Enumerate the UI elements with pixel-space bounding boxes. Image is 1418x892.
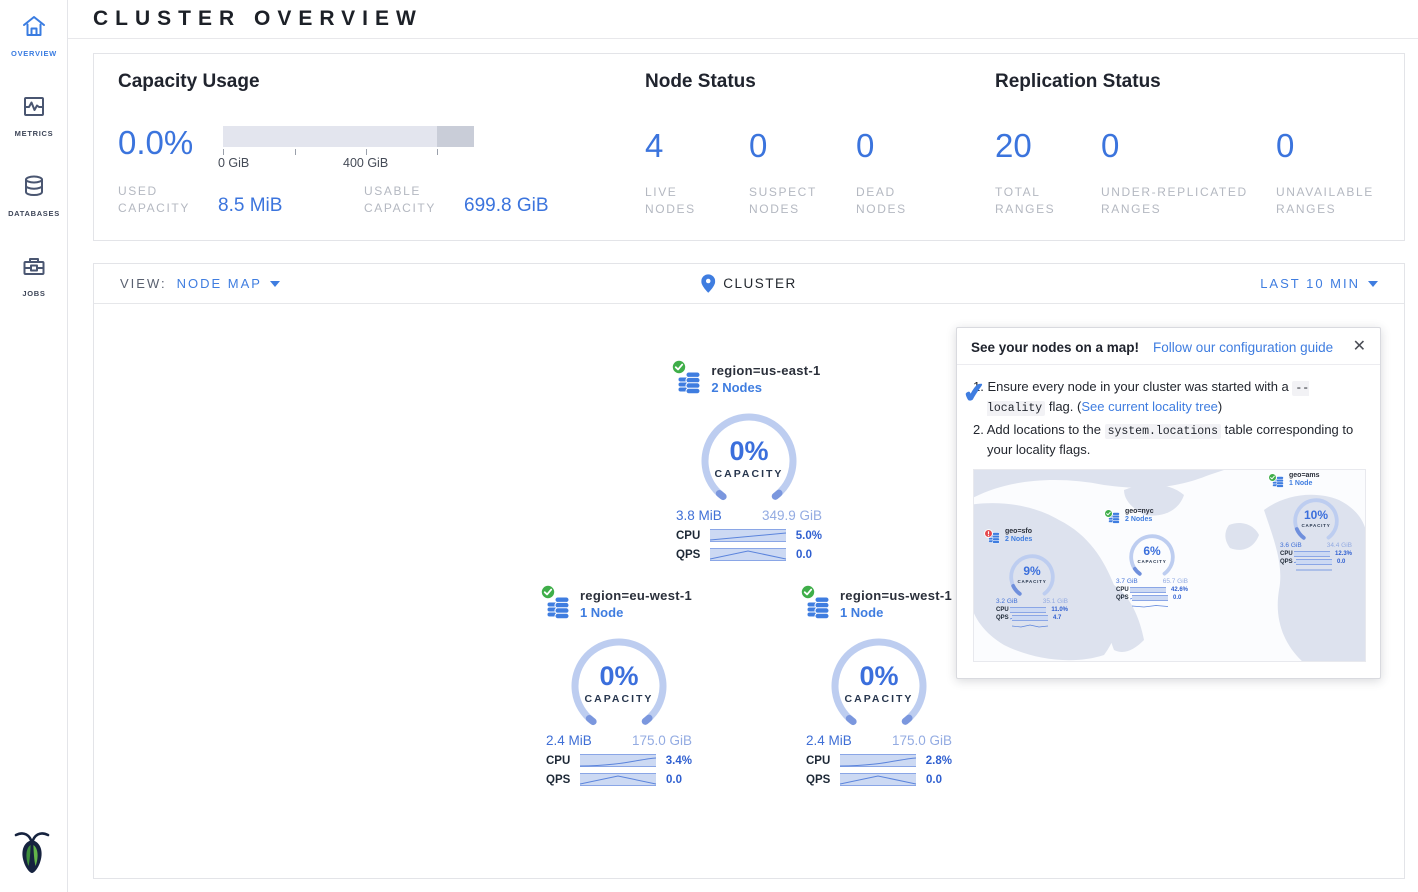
region-name: region=us-west-1	[840, 588, 952, 603]
nodes-stack-icon	[546, 607, 572, 624]
system-locations-code: system.locations	[1105, 424, 1221, 439]
mini-region-card-ams: geo=ams 1 Node 10% CAPACITY	[1266, 472, 1366, 565]
region-node-count[interactable]: 1 Node	[580, 605, 692, 620]
capacity-tick-0: 0 GiB	[218, 156, 249, 170]
cpu-metric-row: CPU 5.0%	[676, 529, 822, 542]
region-node-count[interactable]: 2 Nodes	[711, 380, 820, 395]
sidebar-item-databases[interactable]: DATABASES	[0, 160, 68, 240]
replication-status-section: Replication Status 20 TOTALRANGES 0 UNDE…	[995, 71, 1404, 240]
close-icon[interactable]: ✕	[1353, 339, 1366, 355]
chevron-down-icon	[1368, 281, 1378, 287]
blue-check-mark: ✔	[961, 372, 988, 415]
sidebar-item-metrics[interactable]: METRICS	[0, 80, 68, 160]
capacity-gauge: 0% CAPACITY	[694, 406, 804, 510]
mini-region-card-sfo: geo=sfo 2 Nodes 9% CAPACITY	[982, 528, 1082, 621]
chevron-down-icon	[270, 281, 280, 287]
mini-region-card-nyc: geo=nyc 2 Nodes 6% CAPACITY	[1102, 508, 1202, 601]
capacity-gauge: 0% CAPACITY	[564, 631, 674, 735]
status-ok-icon	[1268, 469, 1277, 487]
breadcrumb[interactable]: CLUSTER	[701, 274, 797, 293]
total-ranges-stat: 20 TOTALRANGES	[995, 129, 1101, 219]
status-ok-icon	[671, 359, 687, 380]
qps-metric-row: QPS 0.0	[546, 773, 692, 786]
cluster-summary-panel: Capacity Usage 0.0% 0 GiB 400 GiB	[93, 53, 1405, 241]
region-node-count[interactable]: 1 Node	[840, 605, 952, 620]
nodes-stack-icon	[806, 607, 832, 624]
sidebar-item-jobs[interactable]: JOBS	[0, 240, 68, 320]
configuration-guide-link[interactable]: Follow our configuration guide	[1153, 340, 1333, 355]
sidebar-item-label: OVERVIEW	[11, 49, 57, 58]
cpu-sparkline	[710, 529, 786, 542]
cpu-sparkline	[840, 754, 916, 767]
capacity-percent: 0.0%	[118, 126, 223, 171]
map-pin-icon	[701, 274, 715, 293]
region-card-us-west-1[interactable]: region=us-west-1 1 Node 0% CAPACITY 2.4 …	[789, 588, 969, 786]
status-ok-icon	[1104, 505, 1113, 523]
home-icon	[20, 13, 48, 44]
region-name: region=eu-west-1	[580, 588, 692, 603]
replication-status-title: Replication Status	[995, 71, 1404, 93]
usable-capacity-stat: USABLECAPACITY 699.8 GiB	[364, 183, 549, 218]
node-map-panel: VIEW: NODE MAP CLUSTER LAST 10 MIN	[93, 263, 1405, 879]
locality-tree-link[interactable]: See current locality tree	[1081, 399, 1218, 414]
sidebar-item-label: DATABASES	[8, 209, 60, 218]
unavailable-ranges-stat: 0 UNAVAILABLERANGES	[1276, 129, 1374, 219]
live-nodes-stat: 4 LIVENODES	[645, 129, 749, 219]
metrics-icon	[20, 93, 48, 124]
cpu-metric-row: CPU 3.4%	[546, 754, 692, 767]
qps-sparkline	[580, 773, 656, 786]
nodes-stack-icon	[677, 382, 703, 399]
example-map-image: geo=sfo 2 Nodes 9% CAPACITY	[973, 469, 1366, 662]
cockroachdb-logo	[8, 827, 56, 882]
database-icon	[20, 173, 48, 204]
sidebar-item-label: JOBS	[22, 289, 45, 298]
qps-sparkline	[840, 773, 916, 786]
main-area: CLUSTER OVERVIEW Capacity Usage 0.0% 0 G…	[68, 0, 1418, 892]
tooltip-step-1: 1. Ensure every node in your cluster was…	[987, 377, 1364, 418]
time-range-selector[interactable]: LAST 10 MIN	[1260, 276, 1378, 291]
cpu-metric-row: CPU 2.8%	[806, 754, 952, 767]
node-status-title: Node Status	[645, 71, 995, 93]
qps-metric-row: QPS 0.0	[806, 773, 952, 786]
tooltip-step-2: 2. Add locations to the system.locations…	[987, 420, 1364, 460]
capacity-usage-section: Capacity Usage 0.0% 0 GiB 400 GiB	[118, 71, 645, 240]
capacity-usage-title: Capacity Usage	[118, 71, 645, 93]
region-name: region=us-east-1	[711, 363, 820, 378]
sidebar-item-overview[interactable]: OVERVIEW	[0, 0, 68, 80]
view-bar: VIEW: NODE MAP CLUSTER LAST 10 MIN	[94, 264, 1404, 304]
cpu-sparkline	[580, 754, 656, 767]
suspect-nodes-stat: 0 SUSPECTNODES	[749, 129, 856, 219]
tooltip-title: See your nodes on a map!	[971, 340, 1139, 355]
node-status-section: Node Status 4 LIVENODES 0 SUSPECTNODES 0…	[645, 71, 995, 240]
briefcase-icon	[20, 253, 48, 284]
sidebar: OVERVIEW METRICS DATABASES JOBS	[0, 0, 68, 892]
region-card-eu-west-1[interactable]: region=eu-west-1 1 Node 0% CAPACITY 2.4 …	[529, 588, 709, 786]
capacity-bar: 0 GiB 400 GiB	[223, 126, 474, 171]
view-selector[interactable]: NODE MAP	[177, 276, 280, 291]
status-ok-icon	[800, 584, 816, 605]
capacity-bar-segment	[437, 126, 474, 147]
status-warn-icon	[984, 525, 993, 543]
status-ok-icon	[540, 584, 556, 605]
qps-metric-row: QPS 0.0	[676, 548, 822, 561]
region-card-us-east-1[interactable]: region=us-east-1 2 Nodes 0% CAPACITY 3.8…	[659, 363, 839, 561]
sidebar-item-label: METRICS	[15, 129, 54, 138]
capacity-gauge: 0% CAPACITY	[824, 631, 934, 735]
capacity-tick-400: 400 GiB	[343, 156, 388, 170]
view-label: VIEW:	[120, 276, 167, 291]
page-title: CLUSTER OVERVIEW	[93, 7, 423, 31]
used-capacity-value: 8.5 MiB	[218, 195, 282, 217]
dead-nodes-stat: 0 DEADNODES	[856, 129, 907, 219]
under-replicated-ranges-stat: 0 UNDER-REPLICATEDRANGES	[1101, 129, 1276, 219]
usable-capacity-value: 699.8 GiB	[464, 195, 549, 217]
node-map-setup-tooltip: See your nodes on a map! Follow our conf…	[956, 327, 1381, 679]
used-capacity-stat: USEDCAPACITY 8.5 MiB	[118, 183, 364, 218]
page-header: CLUSTER OVERVIEW	[68, 0, 1418, 39]
qps-sparkline	[710, 548, 786, 561]
